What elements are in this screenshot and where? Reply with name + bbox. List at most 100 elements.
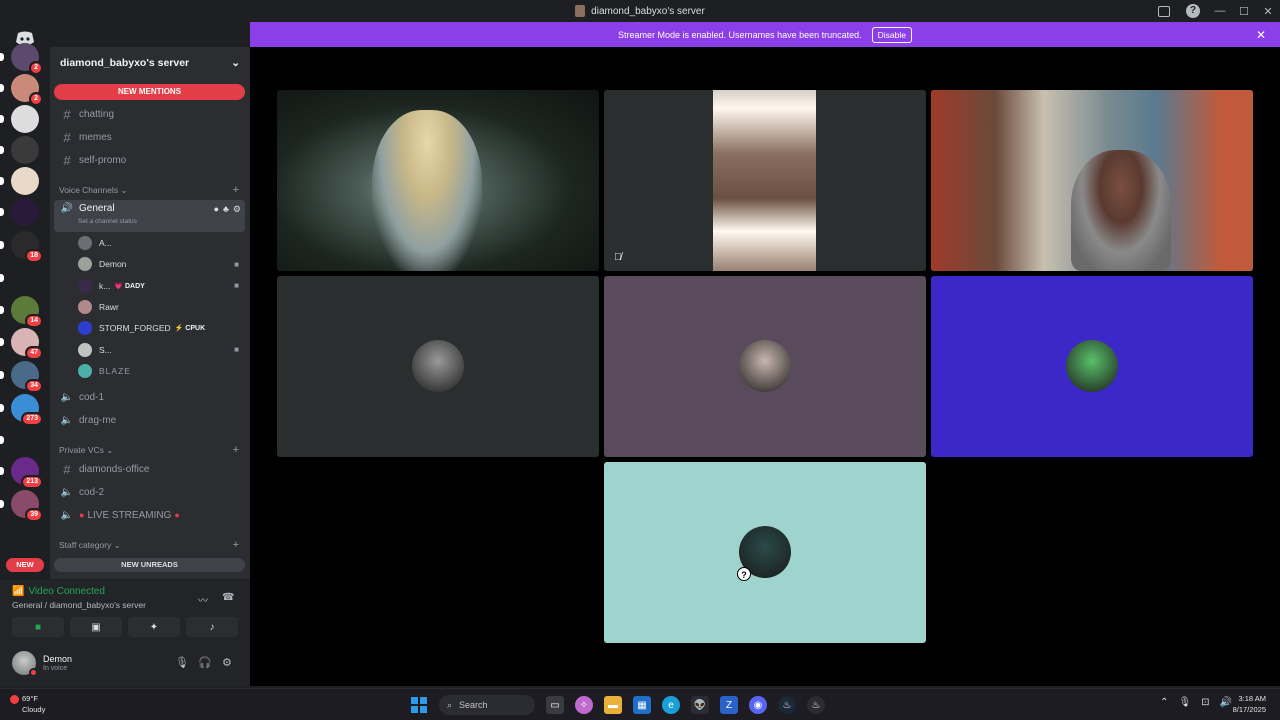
channel-status[interactable]: Set a channel status: [78, 218, 137, 225]
store-icon[interactable]: ▦: [633, 696, 651, 714]
avatar[interactable]: [12, 651, 38, 677]
server-header[interactable]: diamond_babyxo's server ⌄: [50, 47, 250, 79]
file-explorer-icon[interactable]: ▬: [604, 696, 622, 714]
unread-indicator: [0, 84, 4, 92]
category-voice-channels[interactable]: Voice Channels ⌄ +: [54, 183, 245, 197]
mention-badge: 2: [29, 92, 43, 106]
video-tile-avatar[interactable]: [604, 276, 926, 457]
app-icon[interactable]: Z: [720, 696, 738, 714]
steam-icon[interactable]: ♨: [778, 696, 796, 714]
task-view-icon[interactable]: ▭: [546, 696, 564, 714]
channel-self-promo[interactable]: # self-promo: [54, 150, 245, 170]
weather-widget[interactable]: 69°F Cloudy: [10, 693, 45, 715]
video-tile-camera[interactable]: [931, 90, 1253, 271]
voice-status[interactable]: 📶 Video Connected: [12, 586, 105, 597]
edge-icon[interactable]: e: [662, 696, 680, 714]
disconnect-icon[interactable]: ☎: [222, 592, 234, 603]
unread-indicator: [0, 404, 4, 412]
alienware-icon[interactable]: 👽: [691, 696, 709, 714]
new-mentions-button[interactable]: NEW MENTIONS: [54, 84, 245, 100]
username[interactable]: Demon: [43, 654, 72, 664]
camera-button[interactable]: ■: [12, 617, 64, 637]
video-tile-avatar[interactable]: [277, 276, 599, 457]
avatar: [78, 321, 92, 336]
server-icon[interactable]: 39: [0, 490, 43, 522]
server-icon[interactable]: [0, 136, 39, 164]
help-icon[interactable]: ?: [1186, 4, 1200, 18]
voice-user[interactable]: S... ■: [78, 340, 245, 360]
settings-icon[interactable]: ⚙: [233, 204, 241, 215]
discord-taskbar-icon[interactable]: ◉: [749, 696, 767, 714]
server-icon[interactable]: [0, 167, 39, 195]
windows-start-icon[interactable]: [410, 696, 428, 714]
server-icon[interactable]: [0, 198, 39, 226]
server-icon[interactable]: [0, 105, 39, 133]
new-badge[interactable]: NEW: [6, 558, 44, 572]
headphones-icon[interactable]: 🎧: [198, 656, 212, 669]
server-icon[interactable]: 2: [0, 43, 43, 75]
voice-channel-general[interactable]: 🔊 General Set a channel status ● ♣ ⚙: [54, 200, 245, 232]
voice-user[interactable]: STORM_FORGED ⚡ CPUK: [78, 318, 245, 338]
copilot-icon[interactable]: ✧: [575, 696, 593, 714]
screen-share-button[interactable]: ▣: [70, 617, 122, 637]
channel-diamonds-office[interactable]: # diamonds-office: [54, 459, 245, 479]
clock[interactable]: 3:18 AM 8/17/2025: [1233, 693, 1266, 715]
channel-label: drag-me: [79, 414, 117, 426]
voice-user[interactable]: k... 💗 DADY ■: [78, 276, 245, 296]
channel-live-streaming[interactable]: 🔈 ● LIVE STREAMING ●: [54, 505, 245, 525]
steam-notification-icon[interactable]: ♨: [807, 696, 825, 714]
voice-user[interactable]: Rawr: [78, 297, 245, 317]
chevron-down-icon[interactable]: ⌄: [231, 57, 240, 69]
noise-suppression-icon[interactable]: 〰: [198, 592, 208, 607]
inbox-icon[interactable]: [1158, 5, 1170, 17]
category-private-vcs[interactable]: Private VCs ⌄ +: [54, 443, 245, 457]
taskbar-search[interactable]: ⌕ Search: [439, 695, 535, 715]
voice-user[interactable]: BLAZE: [78, 361, 245, 381]
server-icon[interactable]: 18: [0, 231, 43, 263]
activity-button[interactable]: ✦: [128, 617, 180, 637]
chat-icon[interactable]: ●: [214, 204, 219, 215]
disable-button[interactable]: Disable: [871, 26, 912, 43]
server-icon[interactable]: 273: [0, 394, 43, 426]
channel-cod-2[interactable]: 🔈 cod-2: [54, 482, 245, 502]
microphone-icon[interactable]: 🎙: [175, 656, 189, 669]
channel-cod-1[interactable]: 🔈 cod-1: [54, 387, 245, 407]
maximize-button[interactable]: ☐: [1232, 5, 1256, 18]
server-icon[interactable]: 14: [0, 296, 43, 328]
channel-chatting[interactable]: # chatting: [54, 104, 245, 124]
category-staff[interactable]: Staff category ⌄ +: [54, 538, 245, 552]
minimize-button[interactable]: —: [1208, 5, 1232, 17]
server-icon[interactable]: 47: [0, 328, 43, 360]
microphone-tray-icon[interactable]: 🎙: [1178, 697, 1191, 708]
voice-user[interactable]: A...: [78, 233, 245, 253]
network-icon[interactable]: ⊡: [1201, 697, 1209, 708]
add-channel-icon[interactable]: +: [233, 184, 239, 196]
user-settings-icon[interactable]: ⚙: [222, 656, 232, 669]
server-icon[interactable]: [0, 426, 39, 454]
search-icon: ⌕: [447, 699, 453, 710]
server-icon[interactable]: 2: [0, 74, 43, 106]
server-icon[interactable]: [0, 264, 39, 292]
voice-location[interactable]: General / diamond_babyxo's server: [12, 600, 146, 610]
channel-memes[interactable]: # memes: [54, 127, 245, 147]
video-tile-camera[interactable]: 🎙̸: [604, 90, 926, 271]
mention-badge: 213: [21, 475, 43, 489]
channel-label: chatting: [79, 108, 115, 120]
voice-user-name: A...: [99, 238, 112, 248]
add-channel-icon[interactable]: +: [233, 539, 239, 551]
add-channel-icon[interactable]: +: [233, 444, 239, 456]
video-tile-camera[interactable]: [277, 90, 599, 271]
video-tile-avatar[interactable]: ?: [604, 462, 926, 643]
close-icon[interactable]: ✕: [1256, 28, 1266, 42]
channel-drag-me[interactable]: 🔈 drag-me: [54, 410, 245, 430]
new-unreads-button[interactable]: NEW UNREADS: [54, 558, 245, 572]
volume-icon[interactable]: 🔊: [1220, 697, 1232, 708]
server-icon[interactable]: 34: [0, 361, 43, 393]
voice-user[interactable]: Demon ■: [78, 254, 245, 274]
video-tile-avatar[interactable]: [931, 276, 1253, 457]
server-icon[interactable]: 213: [0, 457, 43, 489]
chevron-up-icon[interactable]: ⌃: [1160, 697, 1168, 708]
soundboard-button[interactable]: ♪: [186, 617, 238, 637]
invite-icon[interactable]: ♣: [223, 204, 229, 215]
close-window-button[interactable]: ✕: [1256, 5, 1280, 18]
